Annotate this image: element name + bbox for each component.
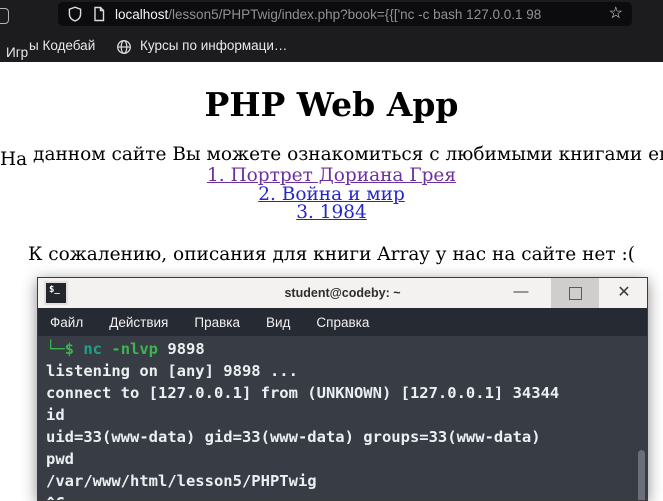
book-error-message: К сожалению, описания для книги Array у … [28,243,635,265]
terminal-output-line: pwd [46,450,74,468]
globe-icon [117,40,131,54]
command-flags: -nlvp [111,340,159,358]
menu-view[interactable]: Вид [266,315,290,330]
screenshot-stage: localhost/lesson5/PHPTwig/index.php?book… [0,0,663,501]
shield-icon[interactable] [67,6,83,22]
partial-toolbar-icon [0,8,9,24]
terminal-window: $_ student@codeby: ~ — ✕ Файл Действия П… [37,277,648,501]
terminal-titlebar[interactable]: $_ student@codeby: ~ — ✕ [38,278,647,308]
url-path: /lesson5/PHPTwig/index.php?book={{['nc -… [168,6,542,22]
terminal-body[interactable]: └─$ nc -nlvp 9898 listening on [any] 989… [38,336,647,500]
book-links: 1. Портрет Дориана Грея 2. Война и мир 3… [0,166,663,223]
address-text[interactable]: localhost/lesson5/PHPTwig/index.php?book… [115,7,600,22]
command-name: nc [83,340,103,358]
page-info-icon[interactable] [92,6,106,22]
terminal-output-line: connect to [127.0.0.1] from (UNKNOWN) [1… [46,384,560,402]
maximize-icon [568,286,582,300]
terminal-output-line: ^C [46,492,633,500]
menu-actions[interactable]: Действия [109,315,168,330]
terminal-output-line: /var/www/html/lesson5/PHPTwig [46,472,317,490]
prompt-symbol: └─$ [46,340,74,358]
book-link-3[interactable]: 3. 1984 [0,203,663,223]
terminal-prompt-line: └─$ nc -nlvp 9898 [46,338,633,360]
menu-help[interactable]: Справка [316,315,369,330]
bookmark-item-partial[interactable]: Игр [6,45,28,60]
terminal-menubar: Файл Действия Правка Вид Справка [38,308,647,336]
intro-text: На данном сайте Вы можете ознакомиться с… [0,144,663,170]
bookmarks-bar [0,28,663,62]
url-bar[interactable]: localhost/lesson5/PHPTwig/index.php?book… [58,2,632,26]
bookmark-item-codeby[interactable]: ы Кодебай [29,38,95,53]
browser-toolbar: localhost/lesson5/PHPTwig/index.php?book… [0,0,663,28]
close-button[interactable]: ✕ [609,278,639,308]
menu-edit[interactable]: Правка [194,315,240,330]
book-link-1[interactable]: 1. Портрет Дориана Грея [0,166,663,186]
bookmark-star-icon[interactable]: ☆ [609,6,623,22]
terminal-scrollbar[interactable] [638,450,645,500]
bookmark-item-courses[interactable]: Курсы по информаци… [140,38,287,53]
page-title: PHP Web App [204,85,459,124]
terminal-output-line: uid=33(www-data) gid=33(www-data) groups… [46,428,541,446]
minimize-button[interactable]: — [507,278,535,308]
url-host: localhost [115,6,169,22]
intro-rest: данном сайте Вы можете ознакомиться с лю… [33,144,663,165]
command-arg: 9898 [167,340,205,358]
terminal-output-line: listening on [any] 9898 ... [46,362,298,380]
menu-file[interactable]: Файл [50,315,83,330]
terminal-output-line: id [46,406,65,424]
maximize-button[interactable] [551,278,599,308]
intro-lead-word: На [0,149,28,170]
